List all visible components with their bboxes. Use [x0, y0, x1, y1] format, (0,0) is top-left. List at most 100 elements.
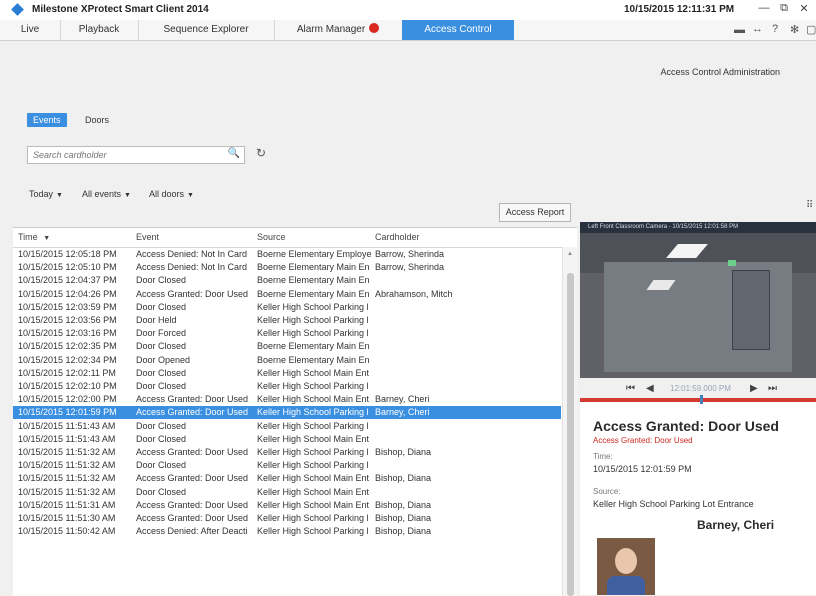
event-filter-dropdown[interactable]: All events ▼ [82, 189, 131, 199]
access-report-button[interactable]: Access Report [499, 203, 571, 222]
cardholder-photo [597, 538, 655, 595]
minimize-button[interactable]: — [756, 2, 772, 14]
cell-event: Door Held [136, 315, 177, 325]
cell-cardholder: Barney, Cheri [375, 394, 430, 405]
scroll-up-icon[interactable]: ▲ [567, 251, 573, 257]
tab-access-control[interactable]: Access Control [402, 20, 514, 40]
column-header-source[interactable]: Source [257, 232, 286, 242]
cell-source: Keller High School Parking l [257, 447, 369, 457]
date-filter-dropdown[interactable]: Today ▼ [29, 189, 63, 199]
source-value: Keller High School Parking Lot Entrance [593, 499, 754, 509]
settings-icon[interactable]: ✻ [790, 23, 799, 36]
tab-alarm-manager-label: Alarm Manager [296, 24, 366, 35]
search-icon[interactable]: 🔍 [228, 148, 240, 159]
table-row[interactable]: 10/15/2015 12:02:10 PM Door Closed Keller … [13, 380, 561, 393]
table-row[interactable]: 10/15/2015 11:51:31 AM Access Granted: Do… [13, 499, 561, 512]
more-icon[interactable]: ▢ [806, 23, 816, 36]
tab-live[interactable]: Live [0, 20, 61, 40]
layout-grid-icon[interactable]: ⠿ [806, 200, 813, 211]
table-row[interactable]: 10/15/2015 12:04:37 PM Door Closed Boerne … [13, 274, 561, 287]
table-row[interactable]: 10/15/2015 12:05:10 PM Access Denied: Not… [13, 261, 561, 274]
table-scrollbar[interactable]: ▲ [562, 247, 577, 596]
search-cardholder-box: 🔍 [27, 146, 245, 164]
table-row[interactable]: 10/15/2015 12:04:26 PM Access Granted: Do… [13, 288, 561, 301]
app-logo-icon [11, 3, 24, 16]
cell-time: 10/15/2015 12:04:26 PM [18, 288, 117, 299]
refresh-icon[interactable]: ↻ [256, 146, 266, 160]
tab-playback[interactable]: Playback [60, 20, 139, 40]
table-row[interactable]: 10/15/2015 11:51:30 AM Access Granted: Do… [13, 512, 561, 525]
cell-event: Door Closed [136, 460, 187, 471]
cell-time: 10/15/2015 11:51:32 AM [18, 460, 116, 471]
column-header-cardholder[interactable]: Cardholder [375, 232, 420, 242]
doors-mode-button[interactable]: Doors [79, 113, 115, 127]
table-row[interactable]: 10/15/2015 12:02:11 PM Door Closed Keller … [13, 367, 561, 380]
table-row[interactable]: 10/15/2015 11:50:42 AM Access Denied: Aft… [13, 525, 561, 538]
link-icon[interactable]: ↔ [752, 23, 763, 35]
cell-cardholder: Bishop, Diana [375, 447, 432, 457]
tab-alarm-manager[interactable]: Alarm Manager [274, 20, 403, 40]
table-row[interactable]: 10/15/2015 12:02:34 PM Door Opened Boerne … [13, 354, 561, 367]
events-mode-button[interactable]: Events [27, 113, 67, 127]
cell-time: 10/15/2015 11:51:30 AM [18, 513, 116, 523]
cell-time: 10/15/2015 12:02:10 PM [18, 381, 117, 391]
table-row[interactable]: 10/15/2015 11:51:43 AM Door Closed Keller … [13, 420, 561, 433]
camera-video-view[interactable]: Left Front Classroom Camera - 10/15/2015… [580, 222, 816, 378]
table-row[interactable]: 10/15/2015 11:51:32 AM Access Granted: Do… [13, 446, 561, 459]
column-header-time-label: Time [18, 232, 38, 242]
table-row[interactable]: 10/15/2015 11:51:43 AM Door Closed Keller … [13, 433, 561, 446]
search-input[interactable] [28, 147, 228, 163]
play-back-icon[interactable]: ◀ [646, 383, 654, 394]
help-icon[interactable]: ? [772, 23, 778, 35]
cell-time: 10/15/2015 11:51:43 AM [18, 420, 116, 431]
cell-event: Door Closed [136, 433, 187, 444]
table-row[interactable]: 10/15/2015 12:03:59 PM Door Closed Keller … [13, 301, 561, 314]
table-row[interactable]: 10/15/2015 12:03:56 PM Door Held Keller Hi… [13, 314, 561, 327]
cell-event: Access Denied: After Deacti [136, 526, 248, 537]
scrollbar-thumb[interactable] [567, 273, 574, 596]
table-row[interactable]: 10/15/2015 12:01:59 PM Access Granted: Do… [13, 406, 561, 420]
camera-title: Left Front Classroom Camera - 10/15/2015… [580, 222, 816, 233]
playback-timeline[interactable] [580, 398, 816, 402]
date-filter-label: Today [29, 189, 54, 199]
cell-event: Access Granted: Door Used [136, 394, 249, 405]
chevron-down-icon: ▼ [124, 192, 131, 199]
table-row[interactable]: 10/15/2015 12:02:35 PM Door Closed Boerne … [13, 340, 561, 353]
table-row[interactable]: 10/15/2015 11:51:32 AM Access Granted: Do… [13, 472, 561, 485]
column-header-event[interactable]: Event [136, 232, 159, 242]
table-row[interactable]: 10/15/2015 12:05:18 PM Access Denied: Not… [13, 248, 561, 261]
close-button[interactable]: ✕ [796, 2, 812, 15]
pin-icon[interactable]: ▬ [734, 24, 745, 36]
cell-source: Boerne Elementary Main En [257, 354, 370, 365]
play-forward-icon[interactable]: ▶ [750, 383, 758, 394]
table-row[interactable]: 10/15/2015 12:02:00 PM Access Granted: Do… [13, 393, 561, 406]
table-row[interactable]: 10/15/2015 11:51:32 AM Door Closed Keller … [13, 486, 561, 499]
photo-face [615, 548, 637, 574]
restore-button[interactable]: ⧉ [776, 2, 792, 15]
tab-sequence-explorer[interactable]: Sequence Explorer [138, 20, 275, 40]
skip-back-icon[interactable]: ⏮ [626, 383, 635, 394]
cell-event: Door Closed [136, 486, 187, 497]
cell-time: 10/15/2015 11:50:42 AM [18, 526, 116, 537]
video-door [732, 270, 770, 350]
cell-cardholder: Barrow, Sherinda [375, 249, 445, 259]
cell-time: 10/15/2015 12:02:00 PM [18, 394, 117, 405]
app-title: Milestone XProtect Smart Client 2014 [32, 4, 209, 15]
table-row[interactable]: 10/15/2015 11:51:32 AM Door Closed Keller … [13, 459, 561, 472]
cell-time: 10/15/2015 12:02:34 PM [18, 354, 117, 365]
cell-event: Access Granted: Door Used [136, 473, 249, 484]
playback-time: 12:01:59.000 PM [670, 384, 731, 393]
cell-cardholder: Bishop, Diana [375, 526, 432, 537]
access-control-administration-link[interactable]: Access Control Administration [660, 67, 780, 77]
cell-source: Boerne Elementary Main En [257, 341, 370, 352]
skip-forward-icon[interactable]: ⏭ [768, 383, 777, 394]
timeline-marker[interactable] [700, 395, 703, 404]
cell-time: 10/15/2015 12:02:11 PM [18, 367, 116, 378]
door-filter-dropdown[interactable]: All doors ▼ [149, 189, 194, 199]
table-row[interactable]: 10/15/2015 12:03:16 PM Door Forced Keller … [13, 327, 561, 340]
cell-event: Access Granted: Door Used [136, 288, 249, 299]
cell-event: Access Denied: Not In Card [136, 249, 248, 259]
cell-source: Keller High School Parking l [257, 420, 369, 431]
cell-source: Keller High School Main Ent [257, 473, 370, 484]
column-header-time[interactable]: Time ▼ [18, 232, 50, 242]
